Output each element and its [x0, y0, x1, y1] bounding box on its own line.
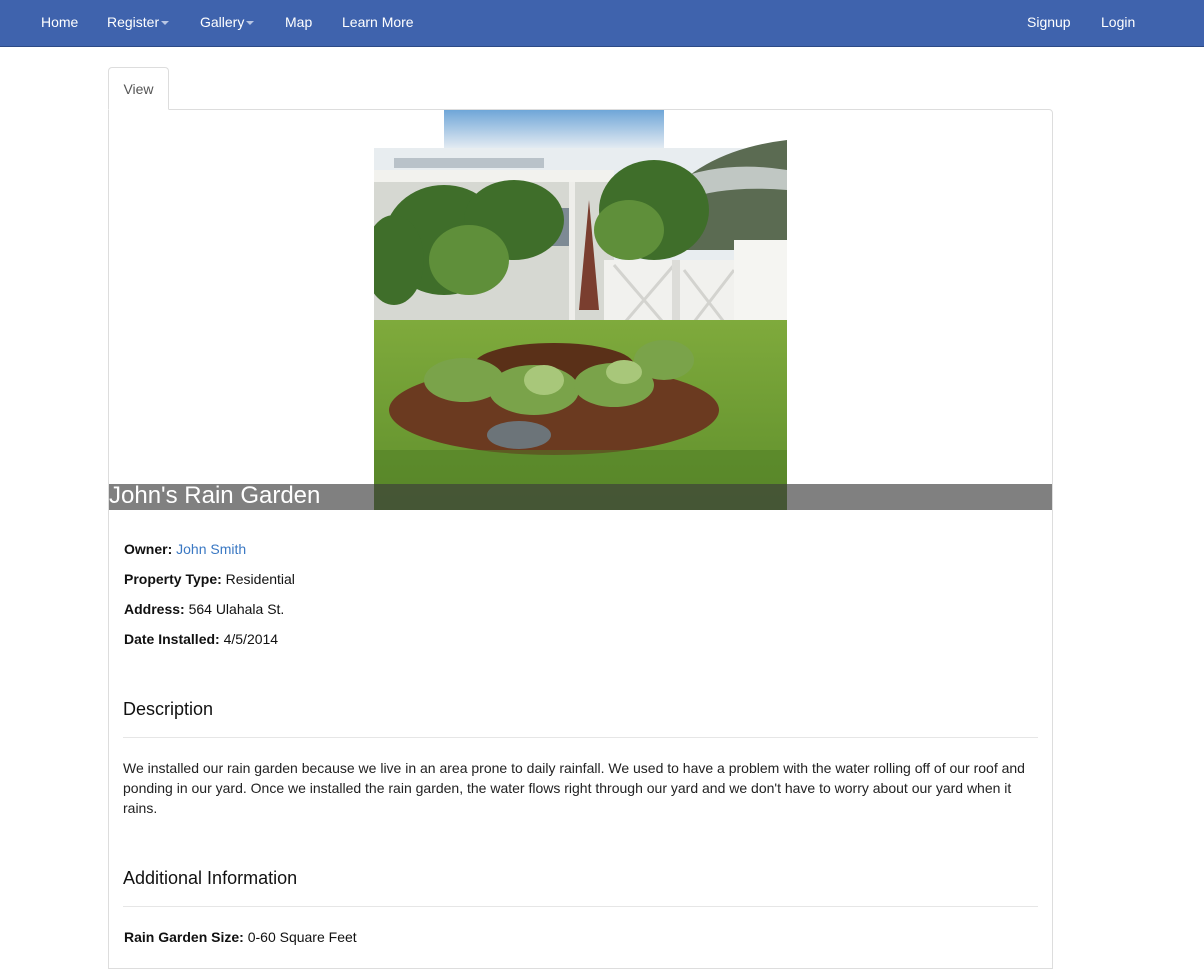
nav-learn-more[interactable]: Learn More [342, 0, 414, 45]
nav-map-label: Map [285, 14, 313, 30]
top-navbar: Home Register Gallery Map Learn More Sig… [0, 0, 1204, 47]
nav-learn-more-label: Learn More [342, 14, 414, 30]
property-type-label: Property Type: [124, 571, 222, 587]
nav-map[interactable]: Map [285, 0, 312, 45]
garden-size-value: 0-60 Square Feet [247, 929, 357, 945]
garden-size-label: Rain Garden Size: [124, 929, 244, 945]
nav-home[interactable]: Home [41, 0, 78, 45]
date-installed-value: 4/5/2014 [223, 631, 279, 647]
tab-view-label: View [123, 81, 154, 97]
description-heading: Description [123, 699, 214, 719]
nav-signup-label: Signup [1027, 14, 1071, 30]
nav-register-dropdown[interactable]: Register [107, 0, 170, 45]
additional-info-heading: Additional Information [123, 868, 298, 888]
nav-gallery-label: Gallery [200, 14, 245, 30]
garden-title: John's Rain Garden [109, 482, 321, 509]
garden-size-row: Rain Garden Size: 0-60 Square Feet [124, 928, 357, 946]
tab-view[interactable]: View [108, 67, 169, 110]
nav-gallery-dropdown[interactable]: Gallery [200, 0, 255, 45]
nav-login[interactable]: Login [1101, 0, 1135, 45]
nav-login-label: Login [1101, 14, 1136, 30]
caret-down-icon [161, 21, 170, 26]
property-type-value: Residential [225, 571, 295, 587]
owner-link[interactable]: John Smith [176, 541, 246, 557]
rain-garden-photo [374, 110, 787, 510]
address-value: 564 Ulahala St. [188, 601, 285, 617]
divider [123, 906, 1038, 907]
nav-register-label: Register [107, 14, 160, 30]
nav-home-label: Home [41, 14, 79, 30]
address-row: Address: 564 Ulahala St. [124, 600, 284, 618]
property-type-row: Property Type: Residential [124, 570, 295, 588]
owner-label: Owner: [124, 541, 173, 557]
date-installed-label: Date Installed: [124, 631, 220, 647]
owner-row: Owner: John Smith [124, 540, 246, 558]
address-label: Address: [124, 601, 185, 617]
nav-signup[interactable]: Signup [1027, 0, 1071, 45]
divider [123, 737, 1038, 738]
caret-down-icon [246, 21, 255, 26]
date-installed-row: Date Installed: 4/5/2014 [124, 630, 278, 648]
description-text: We installed our rain garden because we … [123, 760, 1025, 816]
